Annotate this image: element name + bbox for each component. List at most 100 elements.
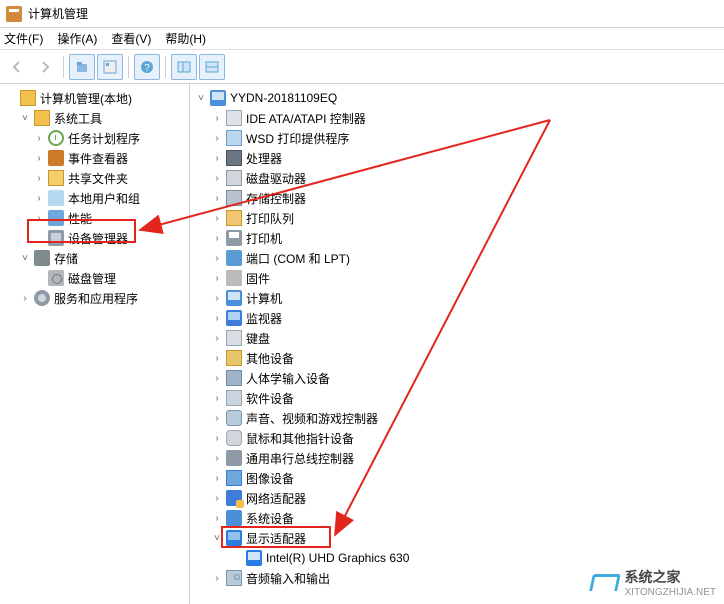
expand-icon[interactable]: › xyxy=(32,131,46,145)
devtree-hid[interactable]: › 人体学输入设备 xyxy=(190,368,724,388)
tree-label: 网络适配器 xyxy=(246,490,306,507)
expand-icon[interactable]: › xyxy=(210,391,224,405)
expand-icon[interactable]: › xyxy=(210,151,224,165)
expand-icon[interactable]: › xyxy=(210,411,224,425)
menu-help[interactable]: 帮助(H) xyxy=(165,30,206,47)
collapse-icon[interactable]: ˅ xyxy=(18,251,32,265)
panel-button[interactable] xyxy=(171,54,197,80)
expand-icon[interactable]: › xyxy=(210,571,224,585)
gpu-icon xyxy=(246,550,262,566)
tree-label: 系统工具 xyxy=(54,110,102,127)
expand-icon[interactable]: › xyxy=(210,511,224,525)
tree-storage[interactable]: ˅ 存储 xyxy=(0,248,189,268)
expand-icon[interactable]: › xyxy=(18,291,32,305)
devtree-wsd[interactable]: › WSD 打印提供程序 xyxy=(190,128,724,148)
tree-event-viewer[interactable]: › 事件查看器 xyxy=(0,148,189,168)
expand-icon[interactable]: › xyxy=(32,211,46,225)
devtree-sound[interactable]: ›声音、视频和游戏控制器 xyxy=(190,408,724,428)
tree-label: 服务和应用程序 xyxy=(54,290,138,307)
devtree-print-queue[interactable]: ›打印队列 xyxy=(190,208,724,228)
devtree-usb[interactable]: ›通用串行总线控制器 xyxy=(190,448,724,468)
tree-system-tools[interactable]: ˅ 系统工具 xyxy=(0,108,189,128)
expand-icon[interactable]: › xyxy=(210,471,224,485)
tree-root-computer-mgmt[interactable]: 计算机管理(本地) xyxy=(0,88,189,108)
expand-icon[interactable]: › xyxy=(210,191,224,205)
devtree-other[interactable]: ›其他设备 xyxy=(190,348,724,368)
tree-label: 存储 xyxy=(54,250,78,267)
expand-icon[interactable]: › xyxy=(210,251,224,265)
tree-local-users[interactable]: › 本地用户和组 xyxy=(0,188,189,208)
properties-button[interactable] xyxy=(97,54,123,80)
up-button[interactable] xyxy=(69,54,95,80)
tree-label: 计算机管理(本地) xyxy=(40,90,132,107)
devtree-display-adapters[interactable]: ˅显示适配器 xyxy=(190,528,724,548)
menu-action[interactable]: 操作(A) xyxy=(57,30,97,47)
usb-icon xyxy=(226,450,242,466)
sound-icon xyxy=(226,410,242,426)
tree-label: 键盘 xyxy=(246,330,270,347)
expand-icon[interactable]: › xyxy=(210,351,224,365)
computer-icon xyxy=(210,90,226,106)
tree-label: WSD 打印提供程序 xyxy=(246,130,349,147)
forward-button[interactable] xyxy=(32,54,58,80)
expand-icon[interactable]: › xyxy=(210,491,224,505)
tree-performance[interactable]: › 性能 xyxy=(0,208,189,228)
tree-label: 人体学输入设备 xyxy=(246,370,330,387)
collapse-icon[interactable]: ˅ xyxy=(194,91,208,105)
devtree-keyboard[interactable]: › 键盘 xyxy=(190,328,724,348)
refresh-button[interactable] xyxy=(199,54,225,80)
expand-icon[interactable]: › xyxy=(210,131,224,145)
blank-expander xyxy=(230,551,244,565)
devtree-printers[interactable]: › 打印机 xyxy=(190,228,724,248)
devtree-mouse[interactable]: ›鼠标和其他指针设备 xyxy=(190,428,724,448)
devtree-gpu-item[interactable]: Intel(R) UHD Graphics 630 xyxy=(190,548,724,568)
expand-icon[interactable]: › xyxy=(32,191,46,205)
menu-file[interactable]: 文件(F) xyxy=(4,30,43,47)
devtree-disk-drives[interactable]: ›磁盘驱动器 xyxy=(190,168,724,188)
tree-label: 系统设备 xyxy=(246,510,294,527)
devtree-firmware[interactable]: ›固件 xyxy=(190,268,724,288)
expand-icon[interactable]: › xyxy=(32,171,46,185)
tree-label: Intel(R) UHD Graphics 630 xyxy=(266,551,409,565)
devtree-system-devices[interactable]: › 系统设备 xyxy=(190,508,724,528)
expand-icon[interactable]: › xyxy=(210,371,224,385)
expand-icon[interactable]: › xyxy=(210,171,224,185)
collapse-icon[interactable]: ˅ xyxy=(210,531,224,545)
menu-view[interactable]: 查看(V) xyxy=(111,30,151,47)
expand-icon[interactable]: › xyxy=(210,451,224,465)
perf-icon xyxy=(48,210,64,226)
tree-label: 打印机 xyxy=(246,230,282,247)
tree-shared-folders[interactable]: › 共享文件夹 xyxy=(0,168,189,188)
expand-icon[interactable]: › xyxy=(210,431,224,445)
expand-icon[interactable]: › xyxy=(210,111,224,125)
expand-icon[interactable]: › xyxy=(32,151,46,165)
tree-label: 性能 xyxy=(68,210,92,227)
expand-icon[interactable]: › xyxy=(210,231,224,245)
devtree-cpu[interactable]: ›处理器 xyxy=(190,148,724,168)
devtree-root[interactable]: ˅ YYDN-20181109EQ xyxy=(190,88,724,108)
tree-disk-management[interactable]: 磁盘管理 xyxy=(0,268,189,288)
expand-icon[interactable]: › xyxy=(210,291,224,305)
devtree-ide-ata[interactable]: ›IDE ATA/ATAPI 控制器 xyxy=(190,108,724,128)
devtree-computer[interactable]: ›计算机 xyxy=(190,288,724,308)
devtree-software[interactable]: ›软件设备 xyxy=(190,388,724,408)
tree-services-apps[interactable]: › 服务和应用程序 xyxy=(0,288,189,308)
expand-icon[interactable]: › xyxy=(210,211,224,225)
expand-icon[interactable]: › xyxy=(210,271,224,285)
tools-icon xyxy=(34,110,50,126)
devtree-imaging[interactable]: ›图像设备 xyxy=(190,468,724,488)
devtree-ports[interactable]: ›端口 (COM 和 LPT) xyxy=(190,248,724,268)
titlebar: 计算机管理 xyxy=(0,0,724,28)
tree-device-manager[interactable]: 设备管理器 xyxy=(0,228,189,248)
collapse-icon[interactable]: ˅ xyxy=(18,111,32,125)
devtree-network[interactable]: › 网络适配器 xyxy=(190,488,724,508)
devtree-storage-ctrl[interactable]: ›存储控制器 xyxy=(190,188,724,208)
disk-icon xyxy=(48,270,64,286)
expand-icon[interactable]: › xyxy=(210,331,224,345)
back-button[interactable] xyxy=(4,54,30,80)
help-button[interactable]: ? xyxy=(134,54,160,80)
devtree-monitor[interactable]: ›监视器 xyxy=(190,308,724,328)
collapse-icon[interactable] xyxy=(4,91,18,105)
tree-task-scheduler[interactable]: › 任务计划程序 xyxy=(0,128,189,148)
expand-icon[interactable]: › xyxy=(210,311,224,325)
